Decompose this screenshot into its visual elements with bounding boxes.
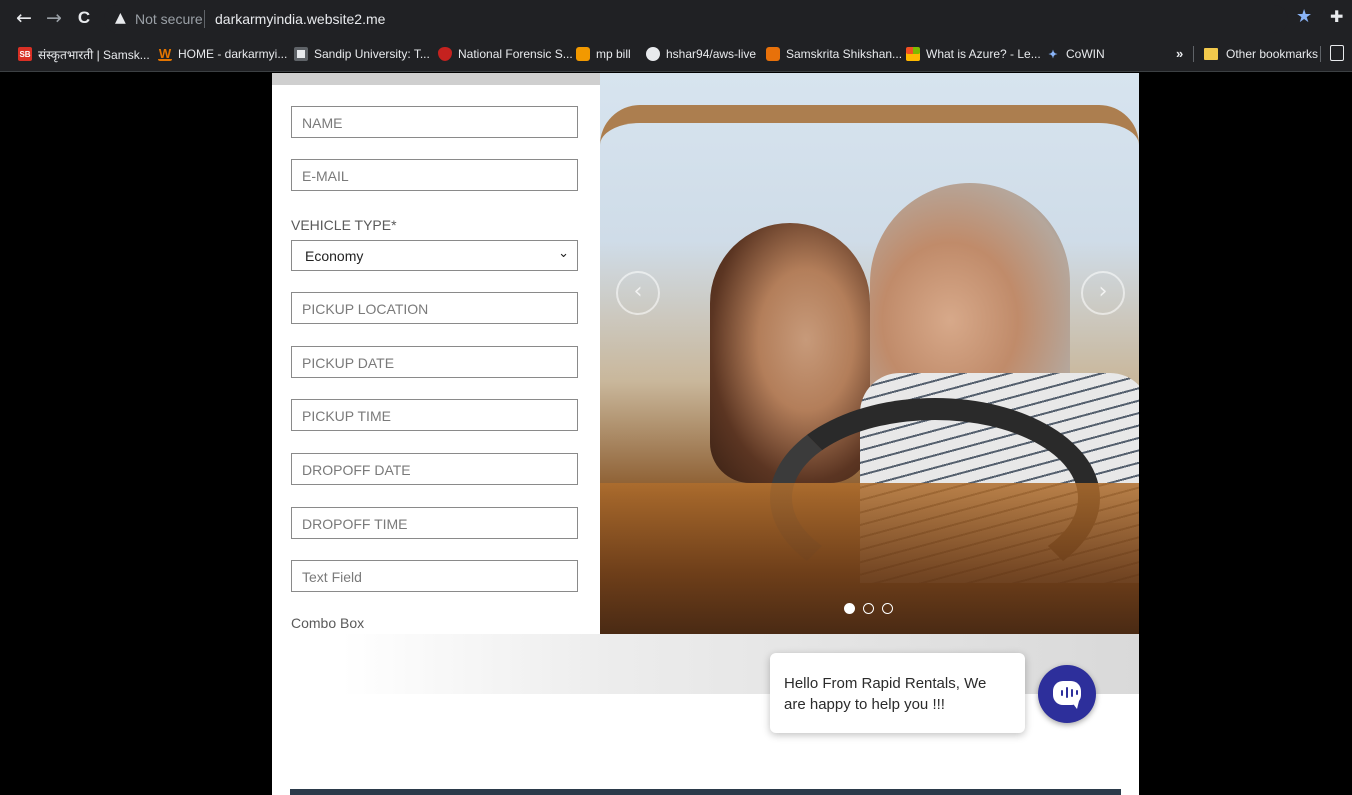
vehicle-type-value: Economy: [305, 248, 364, 264]
bookmark-item[interactable]: SB संस्कृतभारती | Samsk...: [18, 44, 150, 64]
booking-form: NAME E-MAIL VEHICLE TYPE* Economy ⌄ PICK…: [272, 73, 600, 634]
pickup-time-placeholder: PICKUP TIME: [302, 408, 391, 424]
divider: [1320, 46, 1321, 62]
chat-bubble-icon: [1053, 681, 1081, 709]
slider-prev-button[interactable]: ‹: [616, 271, 660, 315]
pickup-location-field[interactable]: PICKUP LOCATION: [291, 292, 578, 324]
sandip-icon: [294, 47, 308, 61]
warning-icon: ▲: [115, 10, 126, 26]
chat-launcher-button[interactable]: [1038, 665, 1096, 723]
bookmark-item[interactable]: What is Azure? - Le...: [906, 44, 1041, 64]
forward-button[interactable]: →: [42, 6, 66, 30]
car-windshield-frame: [600, 105, 1139, 153]
bottom-image-strip: [290, 789, 1121, 795]
slider-dot-1[interactable]: [844, 603, 855, 614]
bookmark-item[interactable]: hshar94/aws-live: [646, 44, 756, 64]
pickup-location-placeholder: PICKUP LOCATION: [302, 301, 429, 317]
combo-box-label: Combo Box: [291, 615, 365, 631]
dropoff-time-field[interactable]: DROPOFF TIME: [291, 507, 578, 539]
bookmark-label: संस्कृतभारती | Samsk...: [38, 47, 150, 62]
w-icon: W: [158, 45, 172, 61]
dropoff-time-placeholder: DROPOFF TIME: [302, 516, 408, 532]
email-placeholder: E-MAIL: [302, 168, 349, 184]
chevron-down-icon: ⌄: [558, 246, 569, 261]
security-status[interactable]: Not secure: [135, 11, 203, 27]
audio-bars-icon: [1061, 687, 1078, 698]
bookmark-label: National Forensic S...: [458, 47, 573, 61]
url-text[interactable]: darkarmyindia.website2.me: [215, 11, 385, 27]
sb-icon: SB: [18, 47, 32, 61]
folder-icon: [1204, 48, 1218, 60]
nfs-icon: [438, 47, 452, 61]
form-header-bar: [272, 73, 600, 85]
bookmark-label: hshar94/aws-live: [666, 47, 757, 61]
slider-dot-2[interactable]: [863, 603, 874, 614]
bookmark-label: Samskrita Shikshan...: [786, 47, 903, 61]
bookmarks-bar: SB संस्कृतभारती | Samsk... W HOME - dark…: [0, 36, 1352, 72]
dropoff-date-field[interactable]: DROPOFF DATE: [291, 453, 578, 485]
back-button[interactable]: ←: [12, 6, 36, 30]
bookmark-label: mp bill: [596, 47, 631, 61]
pickup-time-field[interactable]: PICKUP TIME: [291, 399, 578, 431]
vehicle-type-select[interactable]: Economy ⌄: [291, 240, 578, 271]
hero-slider: ‹ ›: [600, 73, 1139, 634]
bookmark-item[interactable]: W HOME - darkarmyi...: [158, 44, 287, 64]
address-bar[interactable]: ▲ Not secure darkarmyindia.website2.me: [104, 5, 1288, 33]
extensions-icon[interactable]: ✚: [1330, 7, 1350, 27]
reload-button[interactable]: C: [72, 6, 96, 30]
bookmark-label: HOME - darkarmyi...: [178, 47, 288, 61]
more-bookmarks-button[interactable]: »: [1176, 46, 1183, 61]
slider-dot-3[interactable]: [882, 603, 893, 614]
mpbill-icon: [576, 47, 590, 61]
chat-message: Hello From Rapid Rentals, We are happy t…: [784, 675, 987, 713]
bookmark-label: Sandip University: T...: [314, 47, 430, 61]
microsoft-icon: [906, 47, 920, 61]
text-field-placeholder: Text Field: [302, 569, 362, 585]
samskrita-icon: [766, 47, 780, 61]
vehicle-type-label: VEHICLE TYPE*: [291, 217, 397, 233]
web-page: NAME E-MAIL VEHICLE TYPE* Economy ⌄ PICK…: [0, 73, 1352, 795]
text-field[interactable]: Text Field: [291, 560, 578, 592]
other-bookmarks-folder[interactable]: Other bookmarks: [1204, 44, 1318, 64]
slider-pagination: [844, 603, 893, 614]
name-field[interactable]: NAME: [291, 106, 578, 138]
bookmark-label: CoWIN: [1066, 47, 1105, 61]
slider-next-button[interactable]: ›: [1081, 271, 1125, 315]
bookmark-item[interactable]: Samskrita Shikshan...: [766, 44, 902, 64]
pickup-date-placeholder: PICKUP DATE: [302, 355, 395, 371]
pickup-date-field[interactable]: PICKUP DATE: [291, 346, 578, 378]
bookmark-item[interactable]: mp bill: [576, 44, 631, 64]
divider: [204, 10, 205, 28]
bookmark-label: What is Azure? - Le...: [926, 47, 1041, 61]
chat-greeting-bubble[interactable]: Hello From Rapid Rentals, We are happy t…: [770, 653, 1025, 733]
bookmark-item[interactable]: ✦ CoWIN: [1046, 44, 1105, 64]
divider: [1193, 46, 1194, 62]
browser-toolbar: ← → C ▲ Not secure darkarmyindia.website…: [0, 0, 1352, 36]
name-placeholder: NAME: [302, 115, 343, 131]
other-bookmarks-label: Other bookmarks: [1226, 47, 1319, 61]
cowin-icon: ✦: [1048, 48, 1058, 61]
bookmark-item[interactable]: Sandip University: T...: [294, 44, 430, 64]
email-field[interactable]: E-MAIL: [291, 159, 578, 191]
github-icon: [646, 47, 660, 61]
dropoff-date-placeholder: DROPOFF DATE: [302, 462, 411, 478]
bookmark-star-icon[interactable]: ★: [1296, 7, 1316, 27]
bookmark-item[interactable]: National Forensic S...: [438, 44, 573, 64]
reading-list-icon[interactable]: [1330, 45, 1344, 61]
